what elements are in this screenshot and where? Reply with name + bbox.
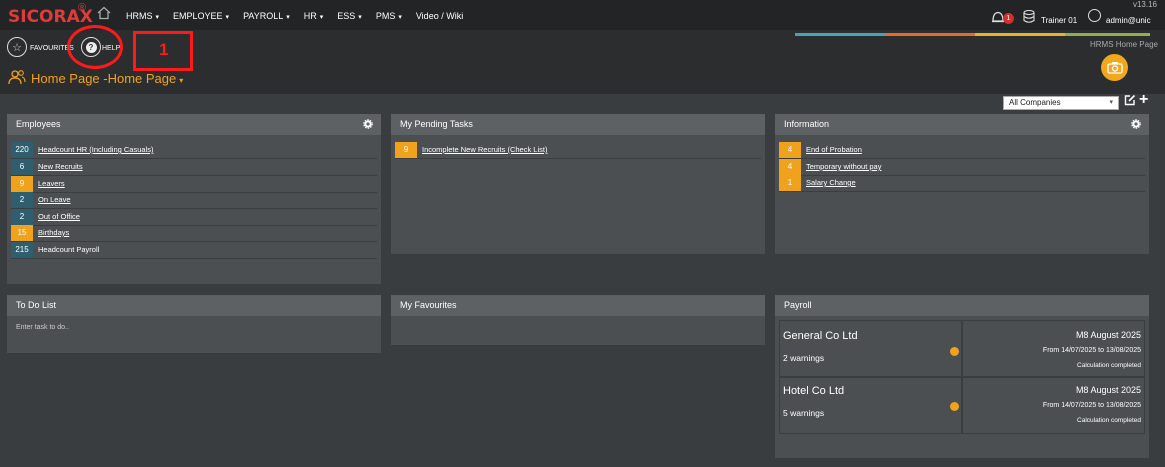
accent-bar-green bbox=[1065, 33, 1150, 36]
favourites-star-icon[interactable]: ☆ bbox=[7, 37, 27, 57]
employees-panel-header: Employees bbox=[7, 114, 381, 135]
camera-button[interactable] bbox=[1101, 54, 1128, 81]
todo-header: To Do List bbox=[7, 295, 381, 316]
payroll-company-cell[interactable]: Hotel Co Ltd 5 warnings bbox=[779, 377, 962, 434]
camera-icon bbox=[1106, 62, 1123, 74]
payroll-period-cell[interactable]: M8 August 2025 From 14/07/2025 to 13/08/… bbox=[962, 377, 1145, 434]
menu-payroll[interactable]: PAYROLL ▾ bbox=[243, 11, 290, 21]
users-icon bbox=[8, 70, 26, 85]
employee-row-out-of-office[interactable]: 2 Out of Office bbox=[11, 209, 377, 226]
information-header: Information bbox=[775, 114, 1149, 135]
accent-bar-teal bbox=[795, 33, 885, 36]
user-icon[interactable] bbox=[1088, 9, 1101, 22]
add-widget-button[interactable]: + bbox=[1139, 92, 1148, 108]
page-title[interactable]: Home Page -Home Page ▾ bbox=[31, 71, 183, 86]
edit-icon[interactable] bbox=[1124, 94, 1136, 106]
employee-row-birthdays[interactable]: 15 Birthdays bbox=[11, 225, 377, 242]
annotation-circle bbox=[67, 25, 123, 69]
employee-row-leavers[interactable]: 9 Leavers bbox=[11, 176, 377, 193]
employee-row-on-leave[interactable]: 2 On Leave bbox=[11, 192, 377, 209]
favourites-header: My Favourites bbox=[391, 295, 765, 316]
pending-tasks-panel: My Pending Tasks 9 Incomplete New Recrui… bbox=[391, 114, 765, 254]
menu-hr[interactable]: HR ▾ bbox=[304, 11, 324, 21]
status-dot bbox=[950, 402, 959, 411]
payroll-header: Payroll bbox=[775, 295, 1149, 316]
main-menu: HRMS ▾ EMPLOYEE ▾ PAYROLL ▾ HR ▾ ESS ▾ PMS ▾ V… bbox=[126, 11, 477, 21]
menu-employee[interactable]: EMPLOYEE ▾ bbox=[173, 11, 229, 21]
info-row-end-of-probation[interactable]: 4 End of Probation bbox=[779, 142, 1145, 159]
trainer-label[interactable]: Trainer 01 bbox=[1041, 16, 1077, 25]
todo-input[interactable]: Enter task to do.. bbox=[16, 324, 371, 331]
gear-icon[interactable] bbox=[1131, 119, 1141, 129]
pending-tasks-header: My Pending Tasks bbox=[391, 114, 765, 135]
employee-row-new-recruits[interactable]: 6 New Recruits bbox=[11, 159, 377, 176]
home-icon[interactable] bbox=[97, 6, 111, 20]
information-panel: Information 4 End of Probation 4 Tempora… bbox=[775, 114, 1149, 254]
menu-hrms[interactable]: HRMS ▾ bbox=[126, 11, 159, 21]
menu-pms[interactable]: PMS ▾ bbox=[376, 11, 402, 21]
menu-video-wiki[interactable]: Video / Wiki bbox=[416, 11, 463, 21]
payroll-period-cell[interactable]: M8 August 2025 From 14/07/2025 to 13/08/… bbox=[962, 320, 1145, 377]
company-select[interactable]: All Companies ▾ bbox=[1003, 96, 1119, 110]
status-dot bbox=[950, 347, 959, 356]
annotation-number: 1 bbox=[159, 40, 169, 59]
payroll-panel: Payroll General Co Ltd 2 warnings M8 Aug… bbox=[775, 295, 1149, 458]
accent-bar-yellow bbox=[975, 33, 1065, 36]
info-row-temporary-without-pay[interactable]: 4 Temporary without pay bbox=[779, 159, 1145, 176]
hrms-home-breadcrumb: HRMS Home Page bbox=[1089, 40, 1158, 49]
employee-row-headcount-payroll: 215 Headcount Payroll bbox=[11, 242, 377, 259]
accent-bar-orange bbox=[885, 33, 975, 36]
accent-color-bars bbox=[795, 33, 1150, 36]
notification-count-badge: 1 bbox=[1003, 13, 1014, 24]
database-icon[interactable] bbox=[1023, 10, 1035, 23]
info-row-salary-change[interactable]: 1 Salary Change bbox=[779, 175, 1145, 192]
gear-icon[interactable] bbox=[363, 119, 373, 129]
user-name[interactable]: admin@unic bbox=[1106, 16, 1151, 25]
registered-mark: ® bbox=[78, 2, 87, 14]
employee-row-headcount-hr[interactable]: 220 Headcount HR (Including Casuals) bbox=[11, 142, 377, 159]
menu-ess[interactable]: ESS ▾ bbox=[337, 11, 362, 21]
todo-panel: To Do List Enter task to do.. bbox=[7, 295, 381, 353]
pending-task-row[interactable]: 9 Incomplete New Recruits (Check List) bbox=[395, 142, 761, 159]
favourites-panel: My Favourites bbox=[391, 295, 765, 345]
employees-panel: Employees 220 Headcount HR (Including Ca… bbox=[7, 114, 381, 284]
version-label: v13.16 bbox=[1132, 0, 1157, 9]
payroll-company-cell[interactable]: General Co Ltd 2 warnings bbox=[779, 320, 962, 377]
